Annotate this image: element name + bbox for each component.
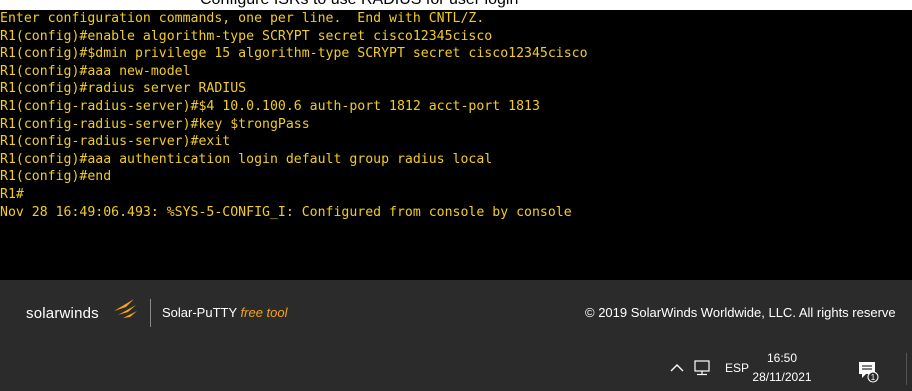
brand-bar: solarwinds Solar-PuTTY free tool © 2019 …: [0, 280, 912, 347]
copyright-text: © 2019 SolarWinds Worldwide, LLC. All ri…: [585, 305, 896, 320]
terminal-line: Enter configuration commands, one per li…: [0, 11, 485, 26]
brand-divider: [150, 299, 151, 327]
product-tag: free tool: [240, 305, 288, 320]
cropped-caption: Configure ISRs to use RADIUS for user lo…: [0, 0, 912, 10]
input-language[interactable]: ESP: [725, 361, 749, 375]
terminal-line: R1(config-radius-server)#exit: [0, 134, 231, 150]
terminal-line: R1(config-radius-server)#$4 10.0.100.6 a…: [0, 98, 540, 114]
terminal-console[interactable]: Enter configuration commands, one per li…: [0, 10, 912, 280]
system-clock[interactable]: 16:50 28/11/2021: [752, 349, 812, 387]
brand-name: solarwinds: [26, 305, 99, 322]
terminal-output: Enter configuration commands, one per li…: [0, 10, 588, 239]
caption-text: Configure ISRs to use RADIUS for user lo…: [200, 0, 518, 9]
network-icon[interactable]: [693, 359, 711, 377]
terminal-line: R1(config)#end: [0, 169, 112, 185]
notification-count: 1: [871, 373, 876, 382]
clock-time: 16:50: [766, 351, 798, 365]
windows-taskbar: ESP 16:50 28/11/2021 1: [0, 347, 912, 391]
solar-putty-footer: solarwinds Solar-PuTTY free tool © 2019 …: [0, 280, 912, 391]
terminal-line: R1(config-radius-server)#key $trongPass: [0, 116, 310, 132]
terminal-line: R1(config)#aaa authentication login defa…: [0, 151, 493, 167]
screenshot: Configure ISRs to use RADIUS for user lo…: [0, 0, 912, 391]
terminal-line: R1(config)#enable algorithm-type SCRYPT …: [0, 28, 493, 44]
terminal-line: R1(config)#aaa new-model: [0, 63, 191, 79]
product-label: Solar-PuTTY: [162, 305, 237, 320]
terminal-line: R1(config)#$dmin privilege 15 algorithm-…: [0, 46, 588, 62]
terminal-line: R1(config)#radius server RADIUS: [0, 81, 247, 97]
notification-icon[interactable]: 1: [856, 359, 880, 383]
chevron-up-icon[interactable]: [669, 360, 685, 376]
clock-date: 28/11/2021: [752, 370, 812, 384]
solarwinds-flame-icon: [114, 299, 137, 318]
terminal-line: R1#: [0, 186, 24, 202]
show-desktop-edge[interactable]: [906, 353, 907, 385]
terminal-line: Nov 28 16:49:06.493: %SYS-5-CONFIG_I: Co…: [0, 204, 572, 220]
product-name: Solar-PuTTY free tool: [162, 305, 288, 320]
